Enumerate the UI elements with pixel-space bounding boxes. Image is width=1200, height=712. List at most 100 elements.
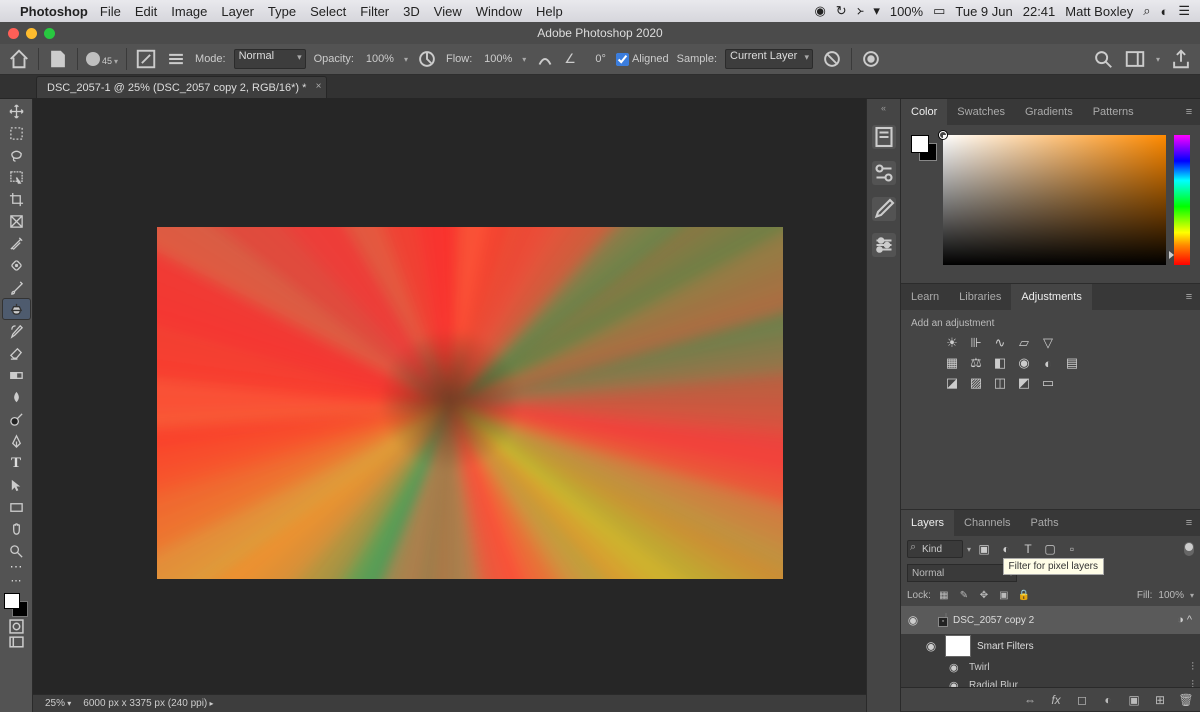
panel-menu[interactable]: ≡ <box>1178 284 1200 310</box>
layer-name[interactable]: DSC_2057 copy 2 <box>953 615 1034 626</box>
wifi-icon[interactable]: ▾ <box>873 3 880 19</box>
gradient-tool[interactable] <box>3 365 30 385</box>
tab-paths[interactable]: Paths <box>1021 510 1069 536</box>
expand-dock[interactable]: « <box>881 103 886 113</box>
notification-center-icon[interactable]: ☰ <box>1178 3 1190 19</box>
lock-transparency-icon[interactable]: ▦ <box>937 588 951 602</box>
exposure-icon[interactable]: ▱ <box>1015 335 1033 351</box>
panel-fg-color[interactable] <box>911 135 929 153</box>
channel-mixer-icon[interactable]: ◐ <box>1039 355 1057 371</box>
group-icon[interactable]: ▣ <box>1126 693 1142 707</box>
menu-filter[interactable]: Filter <box>360 4 389 19</box>
history-panel-icon[interactable] <box>872 125 896 149</box>
quick-mask-toggle[interactable] <box>6 619 26 633</box>
search-button[interactable] <box>1092 48 1114 70</box>
filter-toggle[interactable] <box>1184 542 1194 556</box>
hue-sat-icon[interactable]: ▦ <box>943 355 961 371</box>
canvas-area[interactable]: 25% 6000 px x 3375 px (240 ppi) <box>33 99 866 712</box>
color-swatches[interactable] <box>4 593 28 617</box>
menubar-user[interactable]: Matt Boxley <box>1065 4 1133 19</box>
filter-blending-icon[interactable]: ⫶ <box>1191 661 1200 674</box>
menu-layer[interactable]: Layer <box>221 4 254 19</box>
lock-pixels-icon[interactable]: ✎ <box>957 588 971 602</box>
brush-settings-panel-icon[interactable] <box>872 233 896 257</box>
document-dimensions[interactable]: 6000 px x 3375 px (240 ppi) <box>83 698 213 709</box>
smart-filter-item[interactable]: ◉Twirl⫶ <box>901 658 1200 676</box>
clone-stamp-tool[interactable] <box>3 299 30 319</box>
path-selection-tool[interactable] <box>3 475 30 495</box>
selective-color-icon[interactable]: ◩ <box>1015 375 1033 391</box>
close-tab-icon[interactable]: × <box>316 81 322 92</box>
layer-item[interactable]: ◉ ▫ DSC_2057 copy 2 ◑ ^ <box>901 606 1200 634</box>
filter-pixel-icon[interactable]: ▣ <box>975 540 993 558</box>
filter-mask-thumb[interactable] <box>945 635 971 657</box>
saturation-value-picker[interactable] <box>943 135 1166 265</box>
menu-view[interactable]: View <box>434 4 462 19</box>
lock-position-icon[interactable]: ✥ <box>977 588 991 602</box>
rectangle-tool[interactable] <box>3 497 30 517</box>
record-icon[interactable]: ◉ <box>814 3 825 19</box>
panel-color-swatches[interactable] <box>911 135 935 273</box>
dodge-tool[interactable] <box>3 409 30 429</box>
tab-color[interactable]: Color <box>901 99 947 125</box>
menu-select[interactable]: Select <box>310 4 346 19</box>
link-layers-icon[interactable]: ⇔ <box>1022 693 1038 707</box>
menu-edit[interactable]: Edit <box>135 4 157 19</box>
layer-effects-icon[interactable]: ◑ ^ <box>1177 614 1196 626</box>
edit-toolbar[interactable]: ⋯ <box>6 573 26 587</box>
tab-libraries[interactable]: Libraries <box>949 284 1011 310</box>
brightness-contrast-icon[interactable]: ☀ <box>943 335 961 351</box>
zoom-level[interactable]: 25% <box>45 698 71 709</box>
frame-tool[interactable] <box>3 211 30 231</box>
brush-tool[interactable] <box>3 277 30 297</box>
flow-value[interactable]: 100% <box>480 53 514 65</box>
filter-smart-icon[interactable]: ▫ <box>1063 540 1081 558</box>
layer-mask-icon[interactable]: ◻ <box>1074 693 1090 707</box>
tool-preset-picker[interactable] <box>47 48 69 70</box>
eyedropper-tool[interactable] <box>3 233 30 253</box>
tab-channels[interactable]: Channels <box>954 510 1020 536</box>
airbrush-toggle[interactable] <box>534 48 556 70</box>
color-lookup-icon[interactable]: ▤ <box>1063 355 1081 371</box>
tab-learn[interactable]: Learn <box>901 284 949 310</box>
lock-all-icon[interactable]: 🔒 <box>1017 588 1031 602</box>
clone-source-panel[interactable] <box>165 48 187 70</box>
photo-filter-icon[interactable]: ◉ <box>1015 355 1033 371</box>
size-pressure-toggle[interactable] <box>860 48 882 70</box>
close-window[interactable] <box>8 28 19 39</box>
screen-mode-toggle[interactable] <box>6 635 26 649</box>
filter-type-icon[interactable]: T <box>1019 540 1037 558</box>
foreground-color[interactable] <box>4 593 20 609</box>
posterize-icon[interactable]: ▨ <box>967 375 985 391</box>
opacity-pressure-toggle[interactable] <box>416 48 438 70</box>
battery-percent[interactable]: 100% <box>890 4 923 19</box>
home-button[interactable] <box>8 48 30 70</box>
zoom-window[interactable] <box>44 28 55 39</box>
brush-preset-picker[interactable]: 45 ▾ <box>86 52 118 66</box>
menu-file[interactable]: File <box>100 4 121 19</box>
black-white-icon[interactable]: ◧ <box>991 355 1009 371</box>
panel-menu[interactable]: ≡ <box>1178 510 1200 536</box>
visibility-toggle[interactable]: ◉ <box>905 613 921 627</box>
workspace-switcher[interactable] <box>1124 48 1146 70</box>
new-layer-icon[interactable]: ⊞ <box>1152 693 1168 707</box>
gradient-map-icon[interactable]: ▭ <box>1039 375 1057 391</box>
invert-icon[interactable]: ◪ <box>943 375 961 391</box>
document-tab[interactable]: DSC_2057-1 @ 25% (DSC_2057 copy 2, RGB/1… <box>36 76 327 98</box>
tab-gradients[interactable]: Gradients <box>1015 99 1083 125</box>
pen-tool[interactable] <box>3 431 30 451</box>
delete-layer-icon[interactable]: 🗑 <box>1178 693 1194 707</box>
layer-filter-kind[interactable] <box>907 540 963 558</box>
layer-style-icon[interactable]: fx <box>1048 693 1064 707</box>
menu-help[interactable]: Help <box>536 4 563 19</box>
brush-settings-toggle[interactable] <box>135 48 157 70</box>
menubar-date[interactable]: Tue 9 Jun <box>955 4 1012 19</box>
tab-adjustments[interactable]: Adjustments <box>1011 284 1092 310</box>
menubar-time[interactable]: 22:41 <box>1023 4 1056 19</box>
filter-blending-icon[interactable]: ⫶ <box>1191 679 1200 688</box>
zoom-tool[interactable] <box>3 541 30 561</box>
blend-mode-select[interactable]: Normal <box>234 49 306 69</box>
brushes-panel-icon[interactable] <box>872 197 896 221</box>
menu-3d[interactable]: 3D <box>403 4 420 19</box>
color-balance-icon[interactable]: ⚖ <box>967 355 985 371</box>
